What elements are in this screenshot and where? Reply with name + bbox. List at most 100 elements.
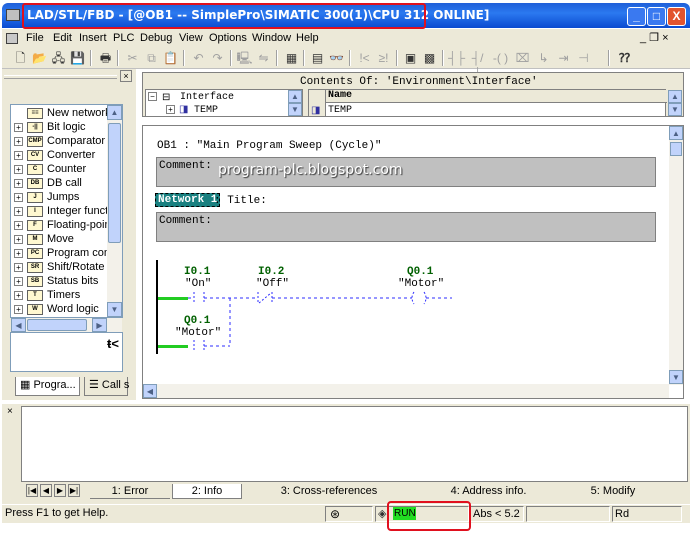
tab-error[interactable]: 1: Error <box>90 484 170 499</box>
scroll-up-icon[interactable]: ▲ <box>669 126 683 140</box>
close-button[interactable]: X <box>667 7 686 26</box>
tab-next-icon[interactable]: ▶ <box>54 484 66 497</box>
app-icon[interactable] <box>6 9 20 21</box>
print-icon[interactable]: 🖶 <box>97 50 114 66</box>
branch-open-icon[interactable]: ↳ <box>535 50 552 66</box>
expand-icon[interactable]: + <box>14 164 23 174</box>
expand-icon[interactable]: + <box>14 192 23 202</box>
tree-item[interactable]: + DB DB call <box>14 176 82 190</box>
contact-no-icon[interactable]: ┤├ <box>448 50 465 66</box>
tab-call-structure[interactable]: ☰ Call s <box>84 377 129 396</box>
tree-item[interactable]: + W Word logic <box>14 302 99 316</box>
name-column-header[interactable]: Name <box>326 90 667 103</box>
expand-icon[interactable]: + <box>14 290 23 300</box>
scroll-up-icon[interactable]: ▲ <box>668 90 682 103</box>
network-title-label[interactable]: : Title: <box>214 195 267 207</box>
paste-icon[interactable]: 📋 <box>162 50 179 66</box>
tree-horizontal-scrollbar[interactable]: ◀ ▶ <box>11 318 122 332</box>
box-icon[interactable]: ⌧ <box>514 50 531 66</box>
network-comment-box[interactable] <box>156 212 656 242</box>
pane-close-icon[interactable]: × <box>120 70 132 82</box>
tree-item[interactable]: + M Move <box>14 232 74 246</box>
tree-item[interactable]: ≡≡ New network <box>14 106 107 120</box>
compare-icon[interactable]: ⇋ <box>255 50 272 66</box>
not-equal2-icon[interactable]: ≥! <box>375 50 392 66</box>
coil-icon[interactable]: -( ) <box>492 50 509 66</box>
save-icon[interactable]: 💾 <box>69 50 86 66</box>
tree-item[interactable]: + PC Program contr <box>14 246 107 260</box>
copy-icon[interactable]: ⧉ <box>143 50 160 66</box>
expand-icon[interactable]: + <box>14 276 23 286</box>
scroll-right-icon[interactable]: ▶ <box>92 318 107 332</box>
tab-info[interactable]: 2: Info <box>172 484 242 499</box>
tree-interface[interactable]: Interface <box>180 92 234 103</box>
document-icon[interactable] <box>6 33 18 44</box>
menu-plc[interactable]: PLC <box>113 32 134 44</box>
cut-icon[interactable]: ✂ <box>124 50 141 66</box>
scroll-down-icon[interactable]: ▼ <box>668 103 682 116</box>
menu-view[interactable]: View <box>179 32 203 44</box>
menu-file[interactable]: File <box>26 32 44 44</box>
expand-icon[interactable]: + <box>166 105 175 114</box>
code-vertical-scrollbar[interactable]: ▲ ▼ <box>669 126 683 385</box>
menu-options[interactable]: Options <box>209 32 247 44</box>
menu-debug[interactable]: Debug <box>140 32 172 44</box>
expand-icon[interactable]: + <box>14 136 23 146</box>
tab-first-icon[interactable]: |◀ <box>26 484 38 497</box>
scroll-up-icon[interactable]: ▲ <box>288 90 302 103</box>
scroll-thumb[interactable] <box>108 123 121 243</box>
tab-program-elements[interactable]: ▦ Progra... <box>15 377 80 396</box>
not-equal-icon[interactable]: !< <box>356 50 373 66</box>
tree-item[interactable]: + F Floating-point <box>14 218 107 232</box>
redo-icon[interactable]: ↷ <box>209 50 226 66</box>
minimize-button[interactable]: _ <box>627 7 646 26</box>
code-horizontal-scrollbar[interactable]: ◀ <box>143 384 669 398</box>
tree-item[interactable]: + -|| Bit logic <box>14 120 86 134</box>
download-icon[interactable]: 🖳 <box>236 50 253 66</box>
tree-item[interactable]: + SR Shift/Rotate <box>14 260 104 274</box>
expand-icon[interactable]: + <box>14 220 23 230</box>
scroll-thumb[interactable] <box>670 142 682 156</box>
undo-icon[interactable]: ↶ <box>190 50 207 66</box>
tab-cross-references[interactable]: 3: Cross-references <box>244 484 414 499</box>
mdi-window-controls[interactable]: _ ❐ × <box>640 31 669 44</box>
details-close-icon[interactable]: × <box>7 407 19 418</box>
expand-icon[interactable]: + <box>14 248 23 258</box>
tab-last-icon[interactable]: ▶| <box>68 484 80 497</box>
expand-icon[interactable]: + <box>14 122 23 132</box>
scroll-down-icon[interactable]: ▼ <box>669 370 683 384</box>
overview-icon[interactable]: ▦ <box>283 50 300 66</box>
menu-help[interactable]: Help <box>296 32 319 44</box>
scroll-down-icon[interactable]: ▼ <box>107 302 122 317</box>
tab-prev-icon[interactable]: ◀ <box>40 484 52 497</box>
interface-tree-scrollbar[interactable]: ▲ ▼ <box>288 90 302 116</box>
detail-icon[interactable]: ▣ <box>402 50 419 66</box>
collapse-icon[interactable]: − <box>148 92 157 101</box>
tab-address-info[interactable]: 4: Address info. <box>416 484 561 499</box>
expand-icon[interactable]: + <box>14 150 23 160</box>
jump-icon[interactable]: ⊣ <box>575 50 592 66</box>
tree-temp[interactable]: TEMP <box>194 105 218 116</box>
tree-item[interactable]: + CV Converter <box>14 148 95 162</box>
tree-item[interactable]: + C Counter <box>14 162 86 176</box>
tree-vertical-scrollbar[interactable]: ▲ ▼ <box>107 105 122 317</box>
expand-icon[interactable]: + <box>14 262 23 272</box>
branch-close-icon[interactable]: ⇥ <box>555 50 572 66</box>
help-icon[interactable]: ⁇ <box>616 50 633 66</box>
new-icon[interactable]: 🗋 <box>12 50 29 66</box>
interface-table-scrollbar[interactable]: ▲ ▼ <box>668 90 682 116</box>
table-row-temp[interactable]: TEMP <box>328 105 352 116</box>
monitor-icon[interactable]: ▤ <box>309 50 326 66</box>
open-icon[interactable]: 📂 <box>31 50 48 66</box>
tab-modify[interactable]: 5: Modify <box>563 484 663 499</box>
expand-icon[interactable]: + <box>14 178 23 188</box>
tree-item[interactable]: + T Timers <box>14 288 80 302</box>
menu-window[interactable]: Window <box>252 32 291 44</box>
expand-icon[interactable]: + <box>14 304 23 314</box>
glasses-icon[interactable]: 👓 <box>328 50 345 66</box>
scroll-up-icon[interactable]: ▲ <box>107 105 122 120</box>
symbol-toggle-icon[interactable]: ŧ< <box>107 336 119 351</box>
tree-item[interactable]: + SB Status bits <box>14 274 98 288</box>
contact-nc-icon[interactable]: ┤/├ <box>469 50 486 81</box>
scroll-left-icon[interactable]: ◀ <box>143 384 157 398</box>
